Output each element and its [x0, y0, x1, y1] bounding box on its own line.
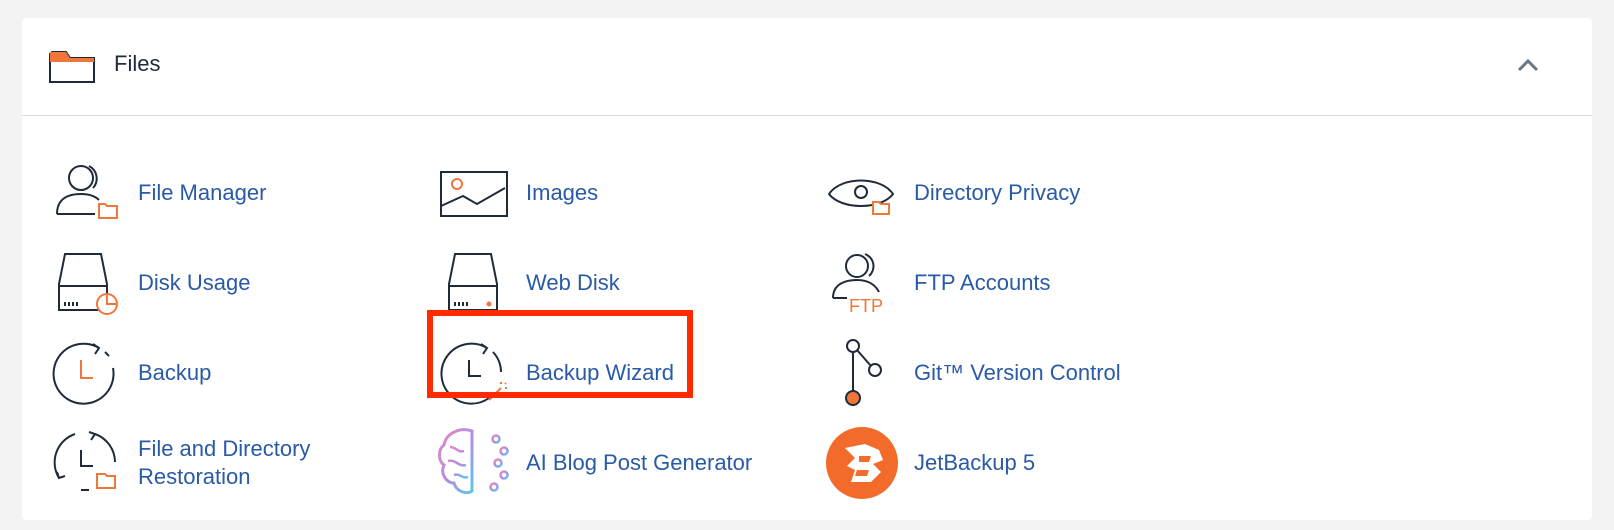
ai-brain-icon: [438, 428, 509, 495]
item-label: Backup Wizard: [526, 360, 674, 385]
item-label: JetBackup 5: [914, 450, 1036, 475]
backup-wizard-link[interactable]: Backup Wizard: [436, 333, 674, 413]
file-manager-link[interactable]: File Manager: [48, 153, 266, 233]
jetbackup-logo-icon: [826, 427, 898, 499]
git-version-control-link[interactable]: Git™ Version Control: [824, 333, 1121, 413]
file-manager-icon: [56, 165, 118, 219]
item-label: File and Directory Restoration: [138, 436, 311, 489]
image-icon: [440, 171, 508, 217]
item-label: Images: [526, 180, 599, 205]
directory-privacy-link[interactable]: Directory Privacy: [824, 153, 1080, 233]
file-directory-restoration-link[interactable]: File and Directory Restoration: [48, 423, 338, 503]
ai-blog-post-generator-link[interactable]: AI Blog Post Generator: [436, 423, 752, 503]
backup-wizard-icon: [440, 342, 507, 405]
section-title: Files: [114, 51, 161, 76]
item-label: FTP Accounts: [914, 270, 1051, 295]
files-section-header[interactable]: Files: [22, 18, 1592, 116]
images-link[interactable]: Images: [436, 153, 598, 233]
disk-usage-link[interactable]: Disk Usage: [48, 243, 250, 323]
files-panel: Files File Manager Images Directory Priv…: [22, 18, 1592, 520]
item-label: File Manager: [138, 180, 267, 205]
web-disk-icon: [448, 253, 498, 311]
item-label: Backup: [138, 360, 212, 385]
ftp-user-icon: FTP: [832, 253, 883, 316]
item-label: Disk Usage: [138, 270, 251, 295]
ftp-accounts-link[interactable]: FTP FTP Accounts: [824, 243, 1051, 323]
item-label: Git™ Version Control: [914, 360, 1121, 385]
jetbackup-5-link[interactable]: JetBackup 5: [824, 423, 1035, 503]
item-label: Web Disk: [526, 270, 620, 295]
eye-folder-icon: [827, 179, 895, 215]
svg-text:FTP: FTP: [849, 296, 883, 316]
clock-backup-icon: [52, 342, 115, 405]
web-disk-link[interactable]: Web Disk: [436, 243, 620, 323]
git-branch-icon: [845, 339, 882, 406]
folder-icon: [49, 51, 95, 83]
restore-icon: [53, 431, 116, 491]
backup-link[interactable]: Backup: [48, 333, 211, 413]
item-label: Directory Privacy: [914, 180, 1081, 205]
chevron-up-icon[interactable]: [1516, 56, 1540, 74]
item-label: AI Blog Post Generator: [526, 450, 753, 475]
disk-usage-icon: [58, 253, 118, 315]
